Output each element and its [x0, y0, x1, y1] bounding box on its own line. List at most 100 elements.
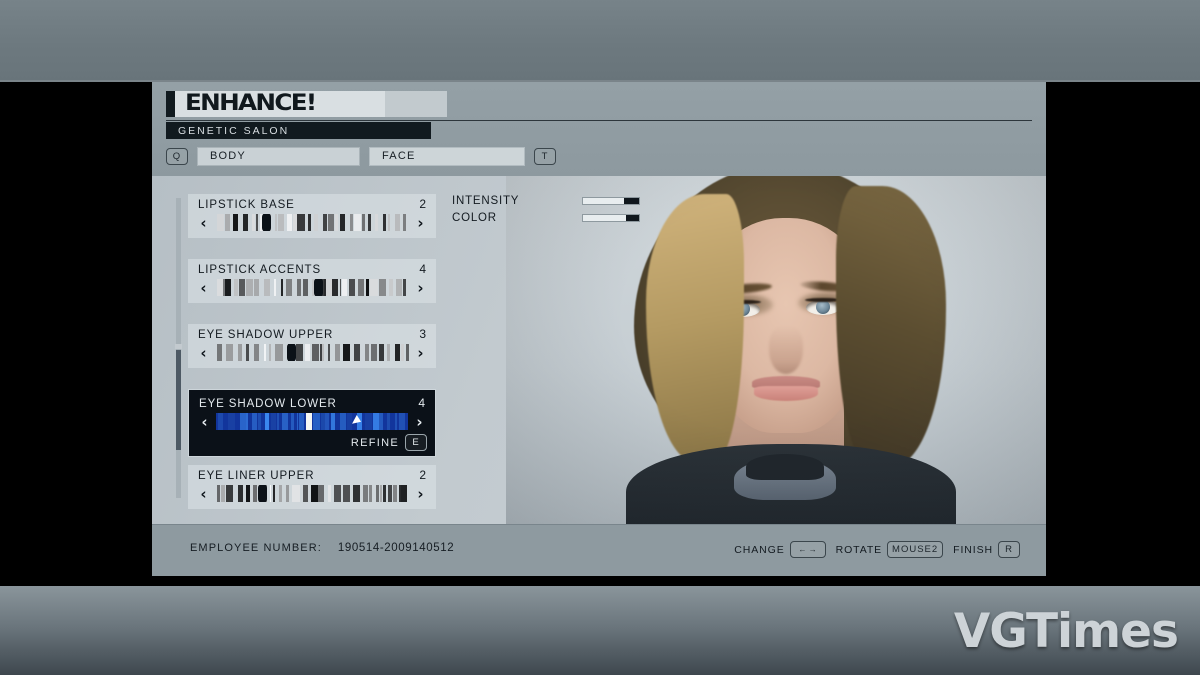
genetic-salon-panel: ENHANCE! GENETIC SALON Q BODY FACE T LIP… — [152, 82, 1046, 576]
chevron-left-icon[interactable]: ‹ — [198, 215, 209, 230]
slider-row[interactable]: EYE SHADOW LOWER 4 ‹ › REFINE E — [188, 389, 436, 457]
hair-front-left — [646, 194, 744, 462]
chevron-left-icon[interactable]: ‹ — [198, 280, 209, 295]
control-hint: FINISH R — [953, 541, 1020, 558]
header: ENHANCE! GENETIC SALON Q BODY FACE T — [152, 82, 1046, 176]
list-scrollbar[interactable] — [175, 198, 182, 498]
control-hint: CHANGE ← → — [734, 541, 826, 558]
employee-number-value: 190514-2009140512 — [337, 542, 455, 554]
slider-header: EYE SHADOW UPPER 3 — [198, 327, 426, 341]
hair-front-right — [836, 186, 946, 466]
scrollbar-grip — [175, 344, 182, 349]
slider-control: ‹ › — [199, 413, 425, 430]
chevron-right-icon[interactable]: › — [415, 486, 426, 501]
slider-value: 3 — [419, 327, 426, 341]
slider-panel: LIPSTICK BASE 2 ‹ › LIPSTICK ACCENTS 4 ‹ › EYE S… — [152, 176, 452, 524]
page-title: GENETIC SALON — [178, 124, 290, 137]
iris-right — [816, 300, 830, 314]
control-hints: CHANGE ← → ROTATE MOUSE2 FINISH R — [734, 541, 1020, 558]
tab-bar: Q BODY FACE T — [166, 146, 1032, 166]
footer: EMPLOYEE NUMBER: 190514-2009140512 CHANG… — [152, 524, 1046, 576]
control-hint-key[interactable]: MOUSE2 — [887, 541, 944, 558]
slider-list: LIPSTICK BASE 2 ‹ › LIPSTICK ACCENTS 4 ‹ › EYE S… — [188, 194, 436, 524]
screenshot-root: VGTimes ENHANCE! GENETIC SALON Q BODY FA… — [0, 0, 1200, 675]
collar-inner — [746, 454, 824, 480]
tab-body[interactable]: BODY — [197, 146, 360, 166]
refine-key[interactable]: E — [405, 434, 427, 451]
employee-number-label: EMPLOYEE NUMBER: — [190, 542, 322, 554]
slider-row[interactable]: EYE LINER UPPER 2 ‹ › — [188, 465, 436, 509]
slider-track[interactable] — [216, 413, 408, 430]
slider-label: EYE SHADOW UPPER — [198, 329, 334, 341]
main-content: LIPSTICK BASE 2 ‹ › LIPSTICK ACCENTS 4 ‹ › EYE S… — [152, 176, 1046, 524]
slider-value: 2 — [419, 468, 426, 482]
parameter-bar[interactable] — [582, 197, 640, 205]
parameter-bar-fill — [625, 215, 639, 221]
chevron-right-icon[interactable]: › — [415, 215, 426, 230]
slider-knob[interactable] — [306, 413, 313, 430]
slider-row[interactable]: LIPSTICK ACCENTS 4 ‹ › — [188, 259, 436, 303]
next-tab-key[interactable]: T — [534, 147, 556, 165]
slider-label: LIPSTICK BASE — [198, 199, 295, 211]
parameter-row: COLOR — [452, 211, 652, 225]
employee-info: EMPLOYEE NUMBER: 190514-2009140512 — [190, 542, 454, 554]
slider-control: ‹ › — [198, 279, 426, 296]
desktop-top-strip — [0, 0, 1200, 82]
subtitle-bar: GENETIC SALON — [166, 122, 431, 139]
refine-label: REFINE — [350, 436, 399, 449]
app-title: ENHANCE! — [185, 91, 317, 116]
slider-knob[interactable] — [313, 279, 323, 296]
slider-knob[interactable] — [286, 344, 296, 361]
slider-header: LIPSTICK ACCENTS 4 — [198, 262, 426, 276]
lower-lip — [754, 386, 818, 401]
parameter-rows: INTENSITY COLOR — [452, 194, 652, 225]
slider-label: LIPSTICK ACCENTS — [198, 264, 322, 276]
chevron-right-icon[interactable]: › — [415, 345, 426, 360]
vgtimes-watermark: VGTimes — [953, 604, 1179, 659]
control-hint-key[interactable]: ← → — [789, 541, 826, 558]
slider-knob[interactable] — [257, 485, 267, 502]
parameter-label: COLOR — [452, 212, 497, 224]
control-hint: ROTATE MOUSE2 — [836, 541, 944, 558]
slider-value: 4 — [418, 396, 425, 410]
slider-track[interactable] — [215, 485, 409, 502]
parameter-row: INTENSITY — [452, 194, 652, 208]
tab-face[interactable]: FACE — [369, 146, 525, 166]
slider-track[interactable] — [215, 279, 409, 296]
chevron-left-icon[interactable]: ‹ — [198, 345, 209, 360]
parameter-label: INTENSITY — [452, 195, 520, 207]
slider-header: LIPSTICK BASE 2 — [198, 197, 426, 211]
slider-ticks — [215, 344, 409, 361]
slider-value: 4 — [419, 262, 426, 276]
control-hint-key[interactable]: R — [998, 541, 1020, 558]
character-preview[interactable] — [506, 176, 1046, 524]
chevron-right-icon[interactable]: › — [414, 414, 425, 429]
logo-plate: ENHANCE! — [175, 91, 385, 117]
parameter-panel: INTENSITY COLOR — [444, 189, 652, 228]
slider-ticks — [215, 214, 409, 231]
chevron-left-icon[interactable]: ‹ — [199, 414, 210, 429]
slider-control: ‹ › — [198, 344, 426, 361]
slider-track[interactable] — [215, 214, 409, 231]
logo-accent-bar — [166, 91, 175, 117]
app-logo: ENHANCE! — [166, 91, 447, 117]
parameter-bar[interactable] — [582, 214, 640, 222]
scrollbar-thumb[interactable] — [176, 350, 181, 450]
slider-ticks — [215, 485, 409, 502]
chevron-right-icon[interactable]: › — [415, 280, 426, 295]
prev-tab-key[interactable]: Q — [166, 147, 188, 165]
slider-value: 2 — [419, 197, 426, 211]
slider-header: EYE SHADOW LOWER 4 — [199, 396, 425, 410]
control-hint-label: FINISH — [953, 543, 993, 556]
logo-tail-bar — [385, 91, 447, 117]
slider-knob[interactable] — [261, 214, 271, 231]
refine-control[interactable]: REFINE E — [351, 434, 427, 451]
slider-track[interactable] — [215, 344, 409, 361]
slider-control: ‹ › — [198, 214, 426, 231]
parameter-bar-fill — [624, 198, 639, 204]
slider-ticks — [215, 279, 409, 296]
header-divider — [166, 120, 1032, 121]
slider-row[interactable]: LIPSTICK BASE 2 ‹ › — [188, 194, 436, 238]
slider-row[interactable]: EYE SHADOW UPPER 3 ‹ › — [188, 324, 436, 368]
chevron-left-icon[interactable]: ‹ — [198, 486, 209, 501]
